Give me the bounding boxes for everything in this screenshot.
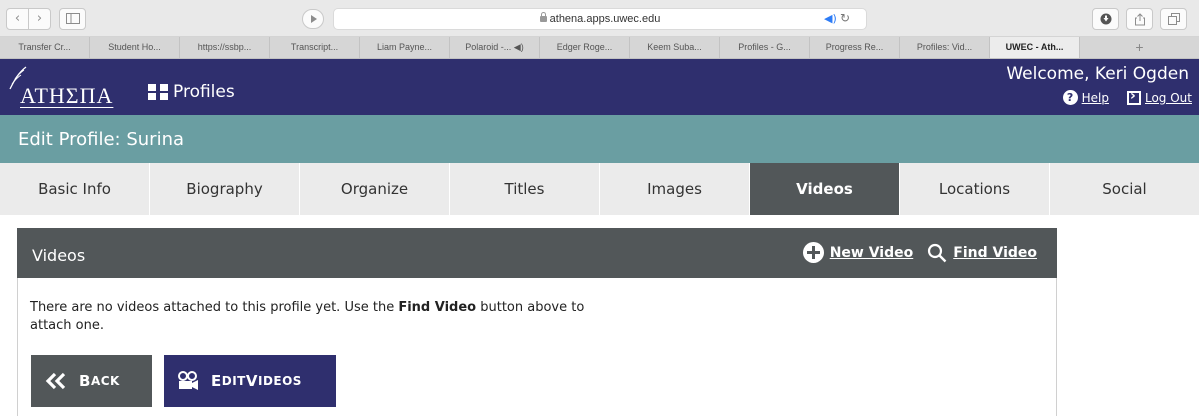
videos-panel-header: Videos New Video Find Video (17, 228, 1057, 278)
browser-tab[interactable]: Profiles: Vid... (900, 37, 990, 58)
search-icon[interactable] (927, 243, 947, 263)
browser-tab-strip: Transfer Cr... Student Ho... https://ssb… (0, 37, 1199, 59)
double-chevron-left-icon (45, 372, 66, 390)
app-name[interactable]: Profiles (173, 82, 235, 102)
video-camera-icon (178, 371, 198, 390)
logout-link[interactable]: Log Out (1145, 91, 1192, 105)
lock-icon (539, 12, 547, 22)
play-icon[interactable] (302, 9, 324, 29)
nav-buttons: ‹ › (6, 8, 51, 30)
plus-circle-icon[interactable] (802, 242, 824, 263)
browser-tab[interactable]: Student Ho... (90, 37, 180, 58)
reload-icon[interactable]: ↻ (840, 11, 850, 25)
edit-videos-button[interactable]: E DIT V IDEOS (164, 355, 336, 407)
browser-tab[interactable]: Polaroid -... ◀) (450, 37, 540, 58)
browser-tab[interactable]: Profiles - G... (720, 37, 810, 58)
tab-social[interactable]: Social (1050, 163, 1199, 215)
downloads-icon[interactable] (1092, 8, 1119, 30)
back-nav-icon[interactable]: ‹ (7, 9, 28, 29)
welcome-text: Welcome, Keri Ogden (1006, 64, 1189, 84)
help-link[interactable]: Help (1082, 91, 1109, 105)
browser-tab[interactable]: https://ssbp... (180, 37, 270, 58)
tab-organize[interactable]: Organize (300, 163, 450, 215)
empty-message: There are no videos attached to this pro… (30, 300, 585, 333)
browser-tab[interactable]: Edger Roge... (540, 37, 630, 58)
tab-videos[interactable]: Videos (750, 163, 900, 215)
tab-overview-icon[interactable] (1160, 8, 1187, 30)
panel-title: Videos (32, 246, 86, 265)
tab-biography[interactable]: Biography (150, 163, 300, 215)
browser-toolbar: ‹ › athena.apps.uwec.edu ◀) ↻ (0, 0, 1199, 37)
tab-images[interactable]: Images (600, 163, 750, 215)
page-title: Edit Profile: Surina (18, 129, 185, 150)
find-video-link[interactable]: Find Video (953, 245, 1037, 261)
speaker-icon[interactable]: ◀) (824, 12, 837, 25)
logout-icon[interactable] (1126, 88, 1141, 105)
sidebar-toggle-icon[interactable] (59, 8, 86, 30)
browser-tab[interactable]: Transfer Cr... (0, 37, 90, 58)
tab-basic-info[interactable]: Basic Info (0, 163, 150, 215)
share-icon[interactable] (1126, 8, 1153, 30)
logo-text: ΑΤΗΣΠΑ (20, 83, 114, 108)
edit-profile-bar: Edit Profile: Surina (0, 115, 1199, 163)
new-tab-button[interactable]: + (1080, 37, 1199, 58)
browser-tab[interactable]: Liam Payne... (360, 37, 450, 58)
panel-actions: New Video Find Video (802, 242, 1037, 263)
browser-tab[interactable]: Progress Re... (810, 37, 900, 58)
url-text: athena.apps.uwec.edu (334, 12, 866, 25)
section-tabs: Basic Info Biography Organize Titles Ima… (0, 163, 1199, 215)
header-links: ? Help Log Out (1062, 88, 1192, 105)
address-bar[interactable]: athena.apps.uwec.edu ◀) ↻ (333, 8, 867, 30)
videos-panel: Videos New Video Find Video There are no… (17, 228, 1057, 416)
new-video-link[interactable]: New Video (830, 245, 914, 261)
back-button[interactable]: B ACK (31, 355, 152, 407)
browser-tab[interactable]: Keem Suba... (630, 37, 720, 58)
tab-locations[interactable]: Locations (900, 163, 1050, 215)
help-icon[interactable]: ? (1062, 90, 1078, 105)
grid-icon (148, 84, 168, 100)
app-header: ΑΤΗΣΠΑ Profiles Welcome, Keri Ogden ? He… (0, 59, 1199, 115)
browser-tab[interactable]: Transcript... (270, 37, 360, 58)
athena-logo[interactable]: ΑΤΗΣΠΑ (4, 65, 134, 109)
forward-nav-icon[interactable]: › (28, 9, 50, 29)
browser-tab-active[interactable]: UWEC - Ath... (990, 37, 1080, 58)
tab-titles[interactable]: Titles (450, 163, 600, 215)
